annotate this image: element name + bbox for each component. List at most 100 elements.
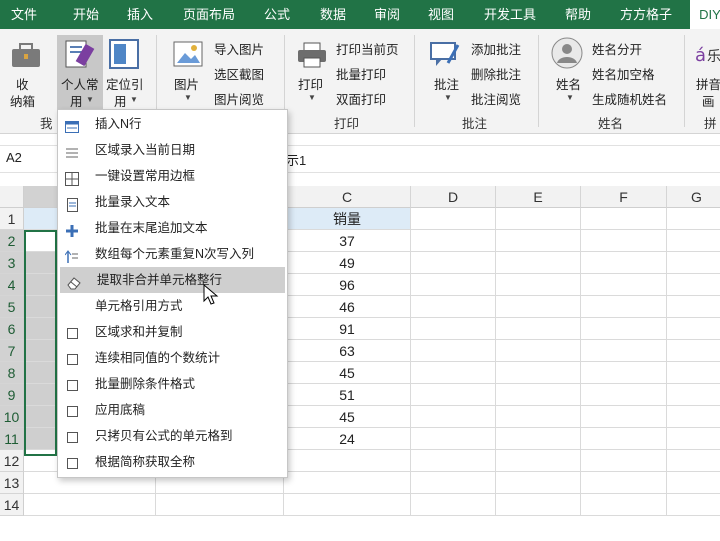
- tab-home[interactable]: 开始: [58, 0, 114, 29]
- table-cell[interactable]: [496, 472, 581, 494]
- table-cell[interactable]: [581, 296, 667, 318]
- table-cell[interactable]: [496, 406, 581, 428]
- menu-item[interactable]: 只拷贝有公式的单元格到: [58, 423, 287, 449]
- menu-item[interactable]: 提取非合并单元格整行: [60, 267, 285, 293]
- table-cell[interactable]: [496, 362, 581, 384]
- table-cell[interactable]: [667, 274, 720, 296]
- table-cell[interactable]: [411, 230, 496, 252]
- sales-header-cell[interactable]: 销量: [284, 208, 411, 230]
- table-cell[interactable]: [667, 318, 720, 340]
- select-all-corner[interactable]: [0, 186, 24, 208]
- column-header-c[interactable]: C: [284, 186, 411, 208]
- comment-view-button[interactable]: 批注阅览: [471, 89, 521, 108]
- table-cell[interactable]: [581, 472, 667, 494]
- table-cell[interactable]: [411, 296, 496, 318]
- sales-value-cell[interactable]: 63: [284, 340, 411, 362]
- sales-value-cell[interactable]: 37: [284, 230, 411, 252]
- table-cell[interactable]: [284, 494, 411, 516]
- table-cell[interactable]: [667, 340, 720, 362]
- row-header[interactable]: 6: [0, 318, 24, 340]
- toolbox-label-b[interactable]: 纳箱: [10, 91, 35, 110]
- tab-diy[interactable]: DIY: [690, 0, 720, 29]
- table-cell[interactable]: [496, 274, 581, 296]
- table-cell[interactable]: [581, 494, 667, 516]
- tab-page-layout[interactable]: 页面布局: [172, 0, 246, 29]
- menu-item[interactable]: 批量在末尾追加文本: [58, 215, 287, 241]
- comment-label[interactable]: 批注: [434, 74, 459, 93]
- picture-view-button[interactable]: 图片阅览: [214, 89, 264, 108]
- table-cell[interactable]: [581, 384, 667, 406]
- sales-value-cell[interactable]: 49: [284, 252, 411, 274]
- column-header-f[interactable]: F: [581, 186, 667, 208]
- menu-item[interactable]: 根据简称获取全称: [58, 449, 287, 475]
- row-header[interactable]: 9: [0, 384, 24, 406]
- row-header[interactable]: 3: [0, 252, 24, 274]
- row-header[interactable]: 5: [0, 296, 24, 318]
- table-cell[interactable]: [411, 208, 496, 230]
- table-cell[interactable]: [284, 450, 411, 472]
- table-cell[interactable]: [667, 252, 720, 274]
- table-cell[interactable]: [667, 208, 720, 230]
- tab-formulas[interactable]: 公式: [252, 0, 302, 29]
- table-cell[interactable]: [496, 450, 581, 472]
- table-cell[interactable]: [581, 340, 667, 362]
- tab-developer[interactable]: 开发工具: [472, 0, 548, 29]
- sales-value-cell[interactable]: 96: [284, 274, 411, 296]
- random-name-button[interactable]: 生成随机姓名: [592, 89, 667, 108]
- table-cell[interactable]: [581, 362, 667, 384]
- table-cell[interactable]: [24, 494, 156, 516]
- row-header[interactable]: 7: [0, 340, 24, 362]
- menu-item[interactable]: 应用底稿: [58, 397, 287, 423]
- sales-value-cell[interactable]: 45: [284, 406, 411, 428]
- name-space-button[interactable]: 姓名加空格: [592, 64, 655, 83]
- picture-label[interactable]: 图片: [174, 74, 199, 93]
- table-cell[interactable]: [411, 494, 496, 516]
- table-cell[interactable]: [581, 428, 667, 450]
- table-cell[interactable]: [581, 450, 667, 472]
- table-cell[interactable]: [411, 252, 496, 274]
- menu-item[interactable]: 数组每个元素重复N次写入列: [58, 241, 287, 267]
- table-cell[interactable]: [667, 450, 720, 472]
- table-cell[interactable]: [667, 472, 720, 494]
- table-cell[interactable]: [411, 362, 496, 384]
- table-cell[interactable]: [667, 230, 720, 252]
- row-header[interactable]: 14: [0, 494, 24, 516]
- table-cell[interactable]: [411, 406, 496, 428]
- table-cell[interactable]: [581, 318, 667, 340]
- row-header[interactable]: 13: [0, 472, 24, 494]
- table-cell[interactable]: [496, 340, 581, 362]
- menu-item[interactable]: 插入N行: [58, 111, 287, 137]
- row-header[interactable]: 10: [0, 406, 24, 428]
- table-cell[interactable]: [581, 274, 667, 296]
- menu-item[interactable]: 一键设置常用边框: [58, 163, 287, 189]
- insert-picture-button[interactable]: 导入图片: [214, 39, 264, 58]
- row-header[interactable]: 8: [0, 362, 24, 384]
- select-screenshot-button[interactable]: 选区截图: [214, 64, 264, 83]
- table-cell[interactable]: [581, 406, 667, 428]
- menu-item[interactable]: 批量录入文本: [58, 189, 287, 215]
- table-cell[interactable]: [496, 296, 581, 318]
- sales-value-cell[interactable]: 91: [284, 318, 411, 340]
- row-header[interactable]: 11: [0, 428, 24, 450]
- tab-file[interactable]: 文件: [0, 0, 48, 29]
- row-header[interactable]: 2: [0, 230, 24, 252]
- batch-print-button[interactable]: 批量打印: [336, 64, 386, 83]
- sales-value-cell[interactable]: 45: [284, 362, 411, 384]
- tab-help[interactable]: 帮助: [554, 0, 602, 29]
- name-split-button[interactable]: 姓名分开: [592, 39, 642, 58]
- name-box[interactable]: A2: [6, 150, 22, 165]
- menu-item[interactable]: 区域求和并复制: [58, 319, 287, 345]
- table-cell[interactable]: [496, 384, 581, 406]
- table-cell[interactable]: [496, 318, 581, 340]
- table-cell[interactable]: [667, 494, 720, 516]
- formula-input[interactable]: 示1: [286, 150, 306, 169]
- row-header[interactable]: 1: [0, 208, 24, 230]
- tab-data[interactable]: 数据: [308, 0, 358, 29]
- table-cell[interactable]: [496, 494, 581, 516]
- print-current-button[interactable]: 打印当前页: [336, 39, 399, 58]
- column-header-e[interactable]: E: [496, 186, 581, 208]
- sales-value-cell[interactable]: 24: [284, 428, 411, 450]
- table-cell[interactable]: [667, 428, 720, 450]
- row-header[interactable]: 12: [0, 450, 24, 472]
- tab-view[interactable]: 视图: [416, 0, 466, 29]
